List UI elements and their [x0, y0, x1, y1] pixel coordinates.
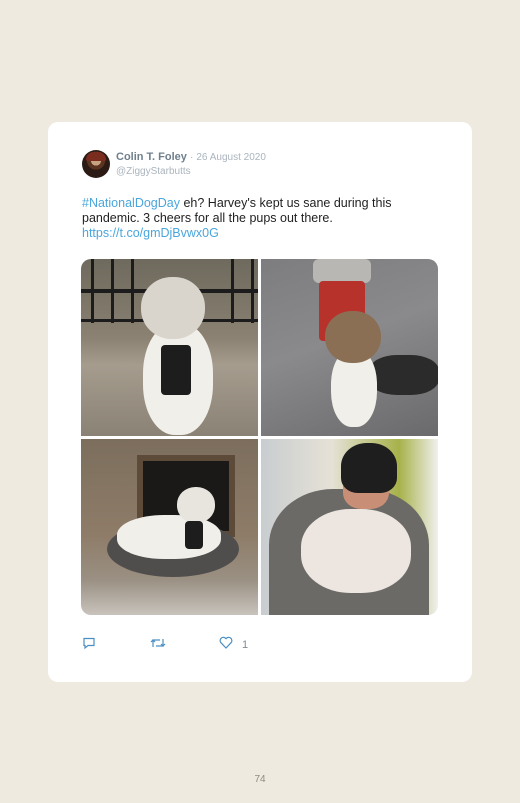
dog-harness — [185, 521, 203, 549]
railing-post — [231, 259, 234, 323]
dog-photo-railing[interactable] — [81, 259, 258, 436]
author-handle[interactable]: @ZiggyStarbutts — [116, 166, 191, 177]
tweet-actions: 1 — [82, 636, 282, 656]
tweet-header: Colin T. Foley · 26 August 2020 @ZiggySt… — [82, 150, 442, 180]
photo-grid — [81, 259, 438, 615]
person-beanie — [341, 443, 397, 493]
hydrant-cap — [313, 259, 371, 283]
tweet-text: #NationalDogDay eh? Harvey's kept us san… — [82, 196, 432, 241]
page-number: 74 — [254, 774, 266, 785]
like-count: 1 — [242, 639, 249, 651]
retweet-icon — [150, 636, 166, 655]
held-dog — [301, 509, 411, 593]
author-line: Colin T. Foley · 26 August 2020 — [116, 151, 266, 163]
separator-dot: · — [189, 152, 194, 163]
dog-photo-fireplace[interactable] — [81, 439, 258, 615]
reply-icon — [82, 636, 96, 655]
tweet-url-link[interactable]: https://t.co/gmDjBvwx0G — [82, 226, 219, 240]
dog-head — [177, 487, 215, 523]
retweet-button[interactable] — [150, 636, 166, 654]
like-button[interactable]: 1 — [219, 636, 248, 654]
reply-button[interactable] — [82, 636, 96, 654]
dog-head — [141, 277, 205, 339]
dog-photo-hydrant[interactable] — [261, 259, 438, 436]
railing-post — [111, 259, 114, 323]
dog-shadow — [369, 355, 438, 395]
hashtag-link[interactable]: #NationalDogDay — [82, 196, 180, 210]
railing-post — [251, 259, 254, 323]
tweet-date[interactable]: 26 August 2020 — [196, 152, 266, 163]
heart-icon — [219, 636, 233, 654]
tweet-card: Colin T. Foley · 26 August 2020 @ZiggySt… — [48, 122, 472, 682]
author-name[interactable]: Colin T. Foley — [116, 151, 187, 163]
dog-harness — [161, 345, 191, 395]
dog-body — [117, 515, 221, 559]
railing-post — [131, 259, 134, 323]
dog-head — [325, 311, 381, 363]
avatar[interactable] — [82, 150, 110, 178]
dog-photo-hug[interactable] — [261, 439, 438, 615]
railing-post — [91, 259, 94, 323]
